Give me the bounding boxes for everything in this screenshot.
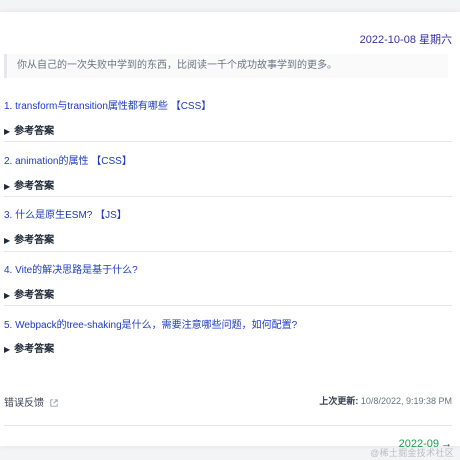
question-5-link[interactable]: 5. Webpack的tree-shaking是什么，需要注意哪些问题，如何配置…	[4, 316, 297, 331]
triangle-right-icon: ▶	[4, 345, 11, 354]
question-3-link[interactable]: 3. 什么是原生ESM? 【JS】	[4, 206, 127, 221]
answer-5-label: 参考答案	[14, 344, 55, 355]
answer-4-label: 参考答案	[14, 290, 55, 301]
question-1-link[interactable]: 1. transform与transition属性都有哪些 【CSS】	[4, 97, 211, 112]
triangle-right-icon: ▶	[4, 182, 11, 191]
answer-1-label: 参考答案	[14, 126, 55, 137]
feedback-label: 错误反馈	[4, 398, 44, 409]
footer-divider	[4, 425, 452, 426]
answer-3-label: 参考答案	[14, 235, 55, 246]
watermark: @稀土掘金技术社区	[370, 448, 454, 458]
divider	[4, 196, 452, 197]
external-link-icon	[50, 399, 58, 407]
answer-2-label: 参考答案	[14, 181, 55, 192]
last-updated-value: 10/8/2022, 9:19:38 PM	[360, 396, 452, 406]
feedback-link[interactable]: 错误反馈	[4, 394, 58, 409]
question-2-link[interactable]: 2. animation的属性 【CSS】	[4, 152, 132, 167]
triangle-right-icon: ▶	[4, 236, 11, 245]
answer-3-toggle[interactable]: ▶ 参考答案	[4, 231, 54, 246]
answer-1-toggle[interactable]: ▶ 参考答案	[4, 122, 54, 137]
answer-2-toggle[interactable]: ▶ 参考答案	[4, 177, 54, 192]
divider	[4, 141, 452, 142]
answer-5-toggle[interactable]: ▶ 参考答案	[4, 340, 54, 355]
question-4-link[interactable]: 4. Vite的解决思路是基于什么?	[4, 261, 138, 276]
divider	[4, 251, 452, 252]
answer-4-toggle[interactable]: ▶ 参考答案	[4, 286, 54, 301]
content-card: 2022-10-08 星期六 你从自己的一次失败中学到的东西，比阅读一千个成功故…	[0, 12, 460, 450]
triangle-right-icon: ▶	[4, 127, 11, 136]
post-date: 2022-10-08 星期六	[359, 34, 452, 46]
last-updated: 上次更新: 10/8/2022, 9:19:38 PM	[319, 394, 452, 407]
quote-block: 你从自己的一次失败中学到的东西，比阅读一千个成功故事学到的更多。	[4, 54, 448, 78]
divider	[4, 305, 452, 306]
last-updated-label: 上次更新:	[319, 396, 359, 406]
triangle-right-icon: ▶	[4, 291, 11, 300]
